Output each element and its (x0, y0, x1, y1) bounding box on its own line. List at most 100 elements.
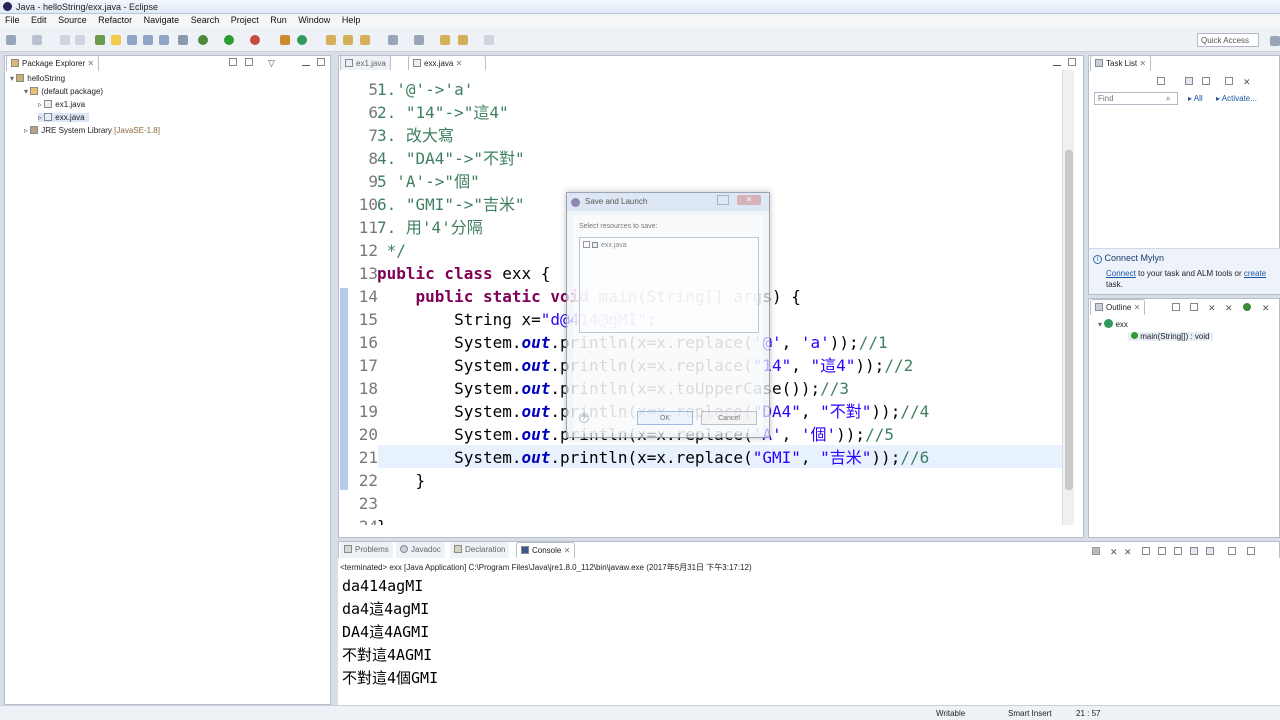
dialog-close-icon[interactable]: ✕ (737, 195, 761, 205)
tree-item[interactable]: ▹ ex1.java (38, 100, 85, 109)
menu-help[interactable]: Help (337, 14, 365, 25)
remove-all-icon[interactable]: ✕ (1124, 547, 1132, 557)
next-annotation-icon[interactable] (388, 35, 398, 45)
menu-file[interactable]: File (0, 14, 24, 25)
new-class-icon[interactable] (297, 35, 307, 45)
close-icon[interactable]: ✕ (1134, 303, 1141, 312)
prev-annotation-icon[interactable] (414, 35, 424, 45)
tree-item[interactable]: ▹ JRE System Library [JavaSE-1.8] (24, 126, 160, 135)
code-line[interactable]: 5 'A'->"個" (377, 170, 480, 193)
code-line[interactable]: 7. 用'4'分隔 (377, 216, 483, 239)
outline-item[interactable]: main(String[]) : void (1128, 332, 1213, 341)
open-type-icon[interactable] (326, 35, 336, 45)
sort-icon[interactable] (1190, 303, 1198, 311)
hide-completed-icon[interactable] (1225, 77, 1233, 85)
quick-access-input[interactable]: Quick Access (1197, 33, 1259, 47)
code-line[interactable]: } (377, 469, 426, 492)
back-icon[interactable] (458, 35, 468, 45)
code-line[interactable]: 4. "DA4"->"不對" (377, 147, 525, 170)
open-perspective-icon[interactable] (1270, 36, 1280, 46)
editor-maximize-icon[interactable] (1068, 58, 1076, 66)
mylyn-connect-link[interactable]: Connect (1106, 269, 1136, 278)
hide-non-public-icon[interactable] (1243, 303, 1251, 311)
close-icon[interactable]: ✕ (564, 546, 571, 555)
tree-item[interactable]: ▾ (default package) (24, 87, 103, 96)
open-console-icon[interactable] (1247, 547, 1255, 555)
tab-console[interactable]: Console ✕ (516, 542, 576, 558)
outline-item[interactable]: ▾ exx (1098, 319, 1128, 329)
save-icon[interactable] (32, 35, 42, 45)
terminate-icon[interactable] (1092, 547, 1100, 555)
last-edit-icon[interactable] (440, 35, 450, 45)
pin-console-icon[interactable] (1228, 547, 1236, 555)
tab-javadoc[interactable]: Javadoc (396, 542, 445, 558)
editor-scrollbar[interactable] (1062, 70, 1074, 525)
ok-button[interactable]: OK (637, 411, 693, 425)
run-icon[interactable] (224, 35, 234, 45)
save-and-launch-dialog[interactable]: Save and Launch ✕ Select resources to sa… (566, 192, 770, 438)
skip-breakpoints-icon[interactable] (95, 35, 105, 45)
tab-exx-java[interactable]: exx.java ✕ (408, 55, 486, 71)
scheduled-icon[interactable] (1202, 77, 1210, 85)
tab-problems[interactable]: Problems (340, 542, 393, 558)
collapse-icon[interactable]: ✕ (1243, 77, 1251, 87)
print-icon[interactable] (75, 35, 85, 45)
forward-icon[interactable] (484, 35, 494, 45)
show-on-stdout-icon[interactable] (1190, 547, 1198, 555)
console-icon[interactable] (127, 35, 137, 45)
menu-run[interactable]: Run (265, 14, 291, 25)
remove-launch-icon[interactable]: ✕ (1110, 547, 1118, 557)
menu-navigate[interactable]: Navigate (139, 14, 184, 25)
tree-item-selected[interactable]: ▹ exx.java (38, 113, 89, 122)
menu-refactor[interactable]: Refactor (93, 14, 136, 25)
hide-fields-icon[interactable]: ✕ (1208, 303, 1216, 313)
maximize-icon[interactable] (317, 58, 325, 66)
tab-package-explorer[interactable]: Package Explorer ✕ (6, 55, 100, 71)
link-editor-icon[interactable] (245, 58, 253, 66)
terminal-icon[interactable] (143, 35, 153, 45)
show-on-stderr-icon[interactable] (1206, 547, 1214, 555)
menu-project[interactable]: Project (226, 14, 263, 25)
menu-source[interactable]: Source (53, 14, 91, 25)
menu-search[interactable]: Search (186, 14, 224, 25)
code-line[interactable]: 2. "14"->"這4" (377, 101, 509, 124)
checkbox-icon[interactable] (583, 241, 590, 248)
resource-item[interactable]: exx.java (583, 241, 627, 249)
external-tools-icon[interactable] (250, 35, 260, 45)
menu-window[interactable]: Window (293, 14, 334, 25)
task-activate-link[interactable]: ▸ Activate... (1216, 94, 1257, 103)
hide-local-types-icon[interactable]: ✕ (1262, 303, 1270, 313)
close-icon[interactable]: ✕ (87, 59, 94, 68)
new-icon[interactable] (6, 35, 16, 45)
code-line[interactable]: 6. "GMI"->"吉米" (377, 193, 525, 216)
new-java-project-icon[interactable] (280, 35, 290, 45)
code-line[interactable]: 1.'@'->'a' (377, 78, 473, 101)
clear-console-icon[interactable] (1142, 547, 1150, 555)
cancel-button[interactable]: Cancel (701, 411, 757, 425)
code-line[interactable]: } (377, 515, 387, 525)
mylyn-create-link[interactable]: create (1244, 269, 1266, 278)
code-line[interactable]: System.out.println(x=x.replace("GMI", "吉… (377, 446, 929, 469)
close-icon[interactable]: ✕ (1139, 59, 1146, 68)
save-all-icon[interactable] (60, 35, 70, 45)
collapse-all-icon[interactable] (1172, 303, 1180, 311)
tab-declaration[interactable]: Declaration (450, 542, 510, 558)
editor-minimize-icon[interactable] (1053, 58, 1061, 66)
code-line[interactable]: 3. 改大寫 (377, 124, 454, 147)
resource-list[interactable]: exx.java (579, 237, 759, 333)
dialog-maximize-icon[interactable] (717, 195, 729, 205)
open-task-icon[interactable] (343, 35, 353, 45)
search-view-icon[interactable] (159, 35, 169, 45)
minimize-icon[interactable] (302, 58, 310, 66)
task-all-link[interactable]: ▸ All (1188, 94, 1203, 103)
hide-static-icon[interactable]: ✕ (1225, 303, 1233, 313)
view-menu-icon[interactable]: ▽ (268, 58, 276, 68)
debug-icon[interactable] (198, 35, 208, 45)
search-icon[interactable] (360, 35, 370, 45)
close-icon[interactable]: ✕ (456, 59, 463, 68)
tab-task-list[interactable]: Task List ✕ (1090, 55, 1152, 71)
word-wrap-icon[interactable] (1174, 547, 1182, 555)
categorized-icon[interactable] (1185, 77, 1193, 85)
toggle-mark-icon[interactable] (111, 35, 121, 45)
scroll-lock-icon[interactable] (1158, 547, 1166, 555)
